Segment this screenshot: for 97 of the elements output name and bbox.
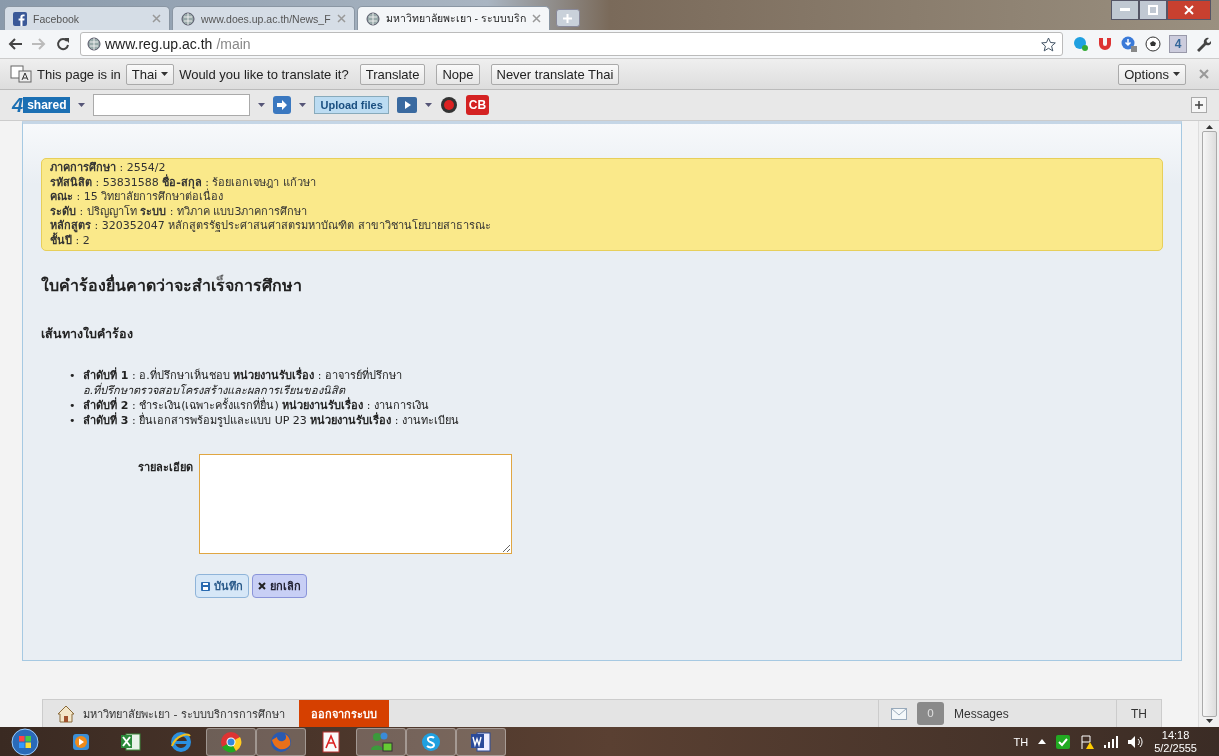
info-line: ระดับ : ปริญญาโท ระบบ : ทวิภาค แบบ3ภาคการศึกษา — [50, 204, 309, 219]
clock-date[interactable]: 5/2/2555 — [1154, 741, 1197, 755]
toolbar-badge-button[interactable]: CB — [465, 95, 490, 115]
info-line: ชั้นปี : 2 — [50, 233, 90, 248]
scroll-up-icon[interactable] — [1205, 125, 1213, 129]
message-count-badge: 0 — [917, 702, 944, 725]
info-line: หลักสูตร : 320352047 หลักสูตรรัฐประศาสนศาสตรมหาบัณฑิต สาขาวิชานโยบายสาธารณะ — [50, 219, 492, 233]
info-line: รหัสนิสิต : 53831588 ชื่อ-สกุล : ร้อยเอกเจษฎา แก้วษา — [50, 175, 317, 189]
messages-link[interactable]: Messages — [954, 706, 1104, 721]
video-icon[interactable] — [396, 97, 417, 113]
details-field[interactable] — [199, 454, 512, 554]
step-note: อ.ที่ปรึกษาตรวจสอบโครงสร้างและผลการเรียนของนิสิต — [83, 383, 347, 397]
restore-icon — [1148, 5, 1158, 15]
play-icon — [71, 731, 91, 752]
translate-prompt: This page is in — [37, 66, 121, 82]
wrench-icon[interactable] — [1195, 36, 1211, 52]
facebook-icon — [13, 11, 27, 26]
browser-tab[interactable]: Facebook — [4, 6, 170, 30]
toolbar-search-field[interactable] — [93, 94, 251, 116]
taskbar-button[interactable] — [456, 727, 506, 756]
back-icon[interactable] — [8, 38, 22, 50]
signal-icon[interactable] — [1104, 735, 1119, 748]
translate-bar-button[interactable]: Nope — [436, 63, 480, 85]
language-dropdown[interactable]: Thai — [125, 63, 175, 85]
translate-icon — [10, 65, 32, 83]
word-document-icon — [470, 730, 492, 753]
browser-tab[interactable]: www.does.up.ac.th/News_F — [172, 6, 355, 30]
download-icon[interactable] — [1121, 36, 1137, 52]
start-button[interactable] — [8, 727, 42, 756]
up-arrow-icon[interactable] — [1038, 739, 1047, 744]
section-heading: เส้นทางใบคำร้อง — [41, 325, 134, 343]
bullet: • — [69, 413, 75, 428]
magnet-icon[interactable] — [1097, 36, 1113, 52]
close-icon — [258, 582, 266, 590]
taskbar-button[interactable] — [356, 727, 406, 756]
browser-tab[interactable]: มหาวิทยาลัยพะเยา - ระบบบริก — [356, 6, 550, 30]
taskbar-button[interactable] — [206, 727, 256, 756]
minimize-icon — [1120, 8, 1130, 12]
translate-bar-button[interactable]: Translate — [359, 63, 426, 85]
ball-icon[interactable] — [1145, 36, 1161, 52]
flag-icon[interactable] — [1080, 734, 1095, 749]
options-button[interactable]: Options — [1118, 63, 1186, 85]
scroll-down-icon[interactable] — [1205, 719, 1213, 723]
info-line: คณะ : 15 วิทยาลัยการศึกษาต่อเนื่อง — [50, 190, 225, 205]
save-button[interactable]: บันทึก — [195, 574, 249, 598]
step-text: ลำดับที่ 3 : ยื่นเอกสารพร้อมรูปและแบบ UP 23 หน่วยงานรับเรื่อง : งานทะเบียน — [83, 414, 460, 427]
check-icon[interactable] — [1056, 734, 1071, 749]
caret-icon — [424, 103, 432, 107]
speaker-icon[interactable] — [1128, 735, 1145, 748]
page-heading: ใบคำร้องยื่นคาดว่าจะสำเร็จการศึกษา — [41, 273, 303, 297]
plus-icon — [563, 13, 573, 23]
close-icon — [1184, 5, 1194, 15]
spreadsheet-icon — [120, 731, 142, 752]
upload-files-button[interactable]: Upload files — [314, 96, 389, 114]
browser-icon — [270, 730, 292, 753]
cancel-button[interactable]: ยกเลิก — [252, 574, 307, 598]
address-field[interactable]: www.reg.up.ac.th /main — [80, 32, 1063, 56]
people-icon — [369, 730, 393, 753]
home-icon[interactable] — [57, 704, 75, 723]
gauge-icon[interactable] — [439, 96, 458, 114]
bullet: • — [69, 398, 75, 413]
restore-button[interactable] — [1139, 0, 1167, 20]
browser-icon — [220, 730, 242, 753]
chat-icon[interactable] — [1073, 36, 1089, 52]
star-icon[interactable] — [1041, 36, 1056, 52]
browser-icon — [170, 730, 192, 753]
translate-bar-button[interactable]: Never translate Thai — [490, 63, 620, 85]
caret-icon — [78, 103, 86, 107]
minimize-button[interactable] — [1111, 0, 1139, 20]
new-tab-button[interactable] — [555, 9, 580, 27]
field-label: รายละเอียด — [137, 460, 193, 476]
step-text: ลำดับที่ 1 : อ.ที่ปรึกษาเห็นชอบ หน่วยงานรับเรื่อง : อาจารย์ที่ปรึกษา — [83, 369, 402, 382]
globe-icon — [365, 11, 380, 26]
logout-button[interactable]: ออกจากระบบ — [298, 700, 389, 727]
chat-icon — [420, 730, 442, 753]
scrollbar[interactable] — [1198, 121, 1219, 727]
bullet: • — [69, 368, 75, 384]
globe-icon — [181, 11, 195, 26]
close-icon[interactable] — [531, 14, 541, 23]
reload-icon[interactable] — [56, 37, 70, 51]
caret-icon — [299, 103, 307, 107]
close-button[interactable] — [1167, 0, 1211, 20]
extension-button[interactable]: 4 — [1169, 35, 1187, 53]
document-icon — [321, 730, 341, 753]
input-language[interactable]: TH — [1013, 735, 1029, 748]
step-text: ลำดับที่ 2 : ชำระเงิน(เฉพาะครั้งแรกที่ยื่น) หน่วยงานรับเรื่อง : งานการเงิน — [83, 399, 429, 412]
caret-icon — [1173, 72, 1180, 76]
add-button[interactable] — [1191, 97, 1207, 113]
info-line: ภาคการศึกษา : 2554/2 — [50, 161, 167, 174]
taskbar-button[interactable] — [406, 727, 456, 756]
plus-icon — [1195, 101, 1203, 109]
site-title: มหาวิทยาลัยพะเยา - ระบบบริการการศึกษา — [83, 706, 285, 723]
clock-time[interactable]: 14:18 — [1161, 728, 1190, 742]
caret-icon — [161, 72, 169, 76]
translate-question: Would you like to translate it? — [179, 66, 349, 82]
caret-icon — [258, 103, 266, 107]
globe-icon — [87, 37, 101, 51]
